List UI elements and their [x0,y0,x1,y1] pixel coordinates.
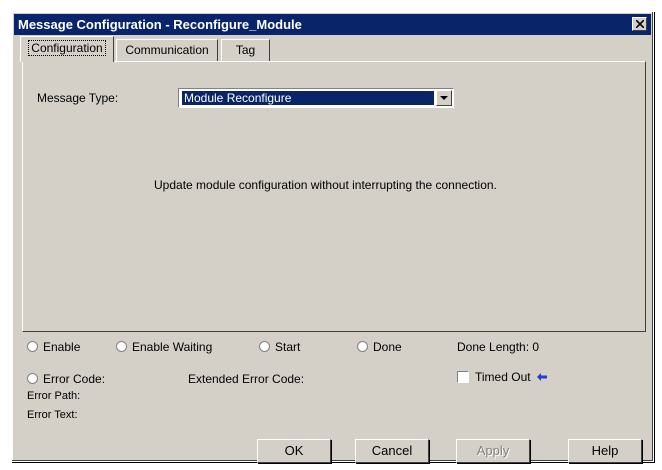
timed-out-checkbox[interactable]: Timed Out [457,370,547,384]
title-bar[interactable]: Message Configuration - Reconfigure_Modu… [14,14,651,35]
enable-radio-icon [27,341,38,352]
done-length: Done Length: 0 [457,340,540,354]
enable-waiting-indicator: Enable Waiting [116,340,212,354]
checkbox-icon [457,371,469,383]
close-button[interactable] [632,17,647,31]
message-type-select[interactable]: Module Reconfigure [178,88,454,108]
done-label: Done [373,340,402,354]
enable-waiting-label: Enable Waiting [132,340,213,354]
start-radio-icon [259,341,270,352]
help-button[interactable]: Help [568,439,642,463]
extended-error-code-label: Extended Error Code: [188,372,305,386]
tab-communication-label: Communication [125,43,209,57]
enable-waiting-radio-icon [116,341,127,352]
message-type-description: Update module configuration without inte… [154,178,497,192]
cancel-button[interactable]: Cancel [355,439,429,463]
tab-configuration[interactable]: Configuration [20,36,114,62]
dropdown-button[interactable] [436,90,452,106]
tab-tag-label: Tag [235,43,256,57]
arrow-left-icon [536,373,547,381]
ok-button[interactable]: OK [257,439,331,463]
error-code-label: Error Code: [43,372,106,386]
tab-communication[interactable]: Communication [116,39,218,61]
enable-indicator: Enable [27,340,80,354]
tab-configuration-label: Configuration [28,40,106,56]
start-indicator: Start [259,340,300,354]
close-icon [636,20,644,28]
window-title: Message Configuration - Reconfigure_Modu… [18,17,302,32]
message-type-value: Module Reconfigure [181,90,435,106]
message-type-label: Message Type: [37,91,119,105]
error-path-label: Error Path: [27,390,81,402]
tab-tag[interactable]: Tag [221,39,270,61]
error-text-label: Error Text: [27,409,78,421]
start-label: Start [275,340,301,354]
timed-out-label: Timed Out [475,370,531,384]
configuration-panel: Message Type: Module Reconfigure Update … [22,61,646,332]
enable-label: Enable [43,340,81,354]
apply-button[interactable]: Apply [456,439,530,463]
error-code-radio-icon [27,373,38,384]
dropdown-arrow-icon [440,96,448,100]
error-code-indicator: Error Code: [27,372,105,386]
done-radio-icon [357,341,368,352]
done-indicator: Done [357,340,402,354]
